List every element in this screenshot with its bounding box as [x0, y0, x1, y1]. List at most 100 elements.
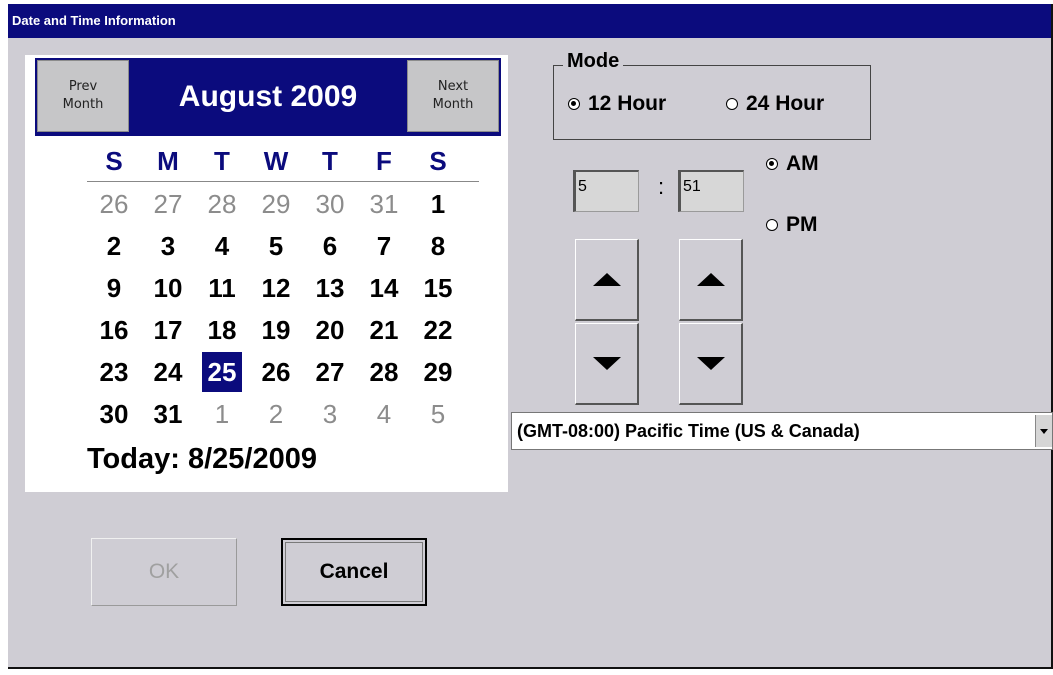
day-cell[interactable]: 3 — [303, 393, 357, 435]
day-number: 3 — [160, 231, 176, 261]
minute-down-button[interactable] — [679, 323, 743, 405]
day-number: 20 — [315, 315, 345, 345]
day-cell[interactable]: 12 — [249, 267, 303, 309]
next-month-button[interactable]: Next Month — [407, 60, 499, 132]
day-cell[interactable]: 5 — [411, 393, 465, 435]
up-arrow-icon — [696, 273, 725, 286]
weekday-label: M — [157, 146, 179, 176]
day-number: 21 — [369, 315, 399, 345]
day-cell[interactable]: 17 — [141, 309, 195, 351]
weekday-label: W — [263, 146, 289, 176]
calendar-week-row: 26 27 28 29 30 31 1 — [87, 183, 487, 225]
calendar-week-row: 30 31 1 2 3 4 5 — [87, 393, 487, 435]
day-cell[interactable]: 21 — [357, 309, 411, 351]
day-cell[interactable]: 28 — [357, 351, 411, 393]
chevron-down-icon — [1040, 428, 1048, 434]
day-cell[interactable]: 9 — [87, 267, 141, 309]
day-cell[interactable]: 4 — [357, 393, 411, 435]
day-cell[interactable]: 30 — [303, 183, 357, 225]
timezone-value: (GMT-08:00) Pacific Time (US & Canada) — [517, 421, 860, 441]
day-number: 4 — [214, 231, 230, 261]
day-cell[interactable]: 14 — [357, 267, 411, 309]
cancel-button[interactable]: Cancel — [281, 538, 427, 606]
minute-up-button[interactable] — [679, 239, 743, 321]
mode-12-hour-radio[interactable]: 12 Hour — [568, 92, 666, 116]
dropdown-arrow-button[interactable] — [1035, 415, 1052, 447]
day-cell[interactable]: 4 — [195, 225, 249, 267]
day-cell[interactable]: 30 — [87, 393, 141, 435]
hour-up-button[interactable] — [575, 239, 639, 321]
day-cell[interactable]: 27 — [303, 351, 357, 393]
day-cell[interactable]: 5 — [249, 225, 303, 267]
weekday-header-row: SMTWTFS — [87, 143, 487, 179]
day-cell[interactable]: 20 — [303, 309, 357, 351]
prev-month-button[interactable]: Prev Month — [37, 60, 129, 132]
timezone-dropdown[interactable]: (GMT-08:00) Pacific Time (US & Canada) — [511, 412, 1053, 450]
day-cell[interactable]: 26 — [87, 183, 141, 225]
day-cell[interactable]: 24 — [141, 351, 195, 393]
day-cell[interactable]: 2 — [249, 393, 303, 435]
day-number: 30 — [99, 399, 129, 429]
time-separator: : — [658, 174, 665, 199]
day-number: 23 — [99, 357, 129, 387]
day-cell[interactable]: 23 — [87, 351, 141, 393]
day-cell[interactable]: 27 — [141, 183, 195, 225]
am-radio[interactable]: AM — [766, 152, 819, 176]
day-cell[interactable]: 7 — [357, 225, 411, 267]
day-number: 26 — [261, 357, 291, 387]
weekday-label: T — [322, 146, 338, 176]
today-label[interactable]: Today: 8/25/2009 — [87, 443, 317, 476]
day-number: 1 — [214, 399, 230, 429]
day-number: 9 — [106, 273, 122, 303]
weekday-label: S — [105, 146, 123, 176]
day-cell[interactable]: 10 — [141, 267, 195, 309]
ok-button[interactable]: OK — [91, 538, 237, 606]
hour-down-button[interactable] — [575, 323, 639, 405]
day-cell[interactable]: 8 — [411, 225, 465, 267]
day-number: 28 — [207, 189, 237, 219]
day-cell[interactable]: 31 — [141, 393, 195, 435]
radio-selected-icon — [766, 158, 778, 170]
window-title: Date and Time Information — [8, 4, 1051, 38]
day-cell[interactable]: 28 — [195, 183, 249, 225]
day-number: 15 — [423, 273, 453, 303]
month-title: August 2009 — [178, 80, 358, 113]
day-cell[interactable]: 18 — [195, 309, 249, 351]
day-cell[interactable]: 16 — [87, 309, 141, 351]
day-cell[interactable]: 29 — [249, 183, 303, 225]
day-number: 2 — [106, 231, 122, 261]
day-cell[interactable]: 1 — [411, 183, 465, 225]
day-cell[interactable]: 2 — [87, 225, 141, 267]
day-cell[interactable]: 29 — [411, 351, 465, 393]
pm-radio[interactable]: PM — [766, 213, 818, 237]
day-number: 25 — [201, 352, 243, 392]
selected-day-cell[interactable]: 25 — [195, 351, 249, 393]
minute-field[interactable]: 51 — [678, 170, 744, 212]
day-cell[interactable]: 1 — [195, 393, 249, 435]
day-number: 28 — [369, 357, 399, 387]
down-arrow-icon — [592, 357, 621, 370]
hour-field[interactable]: 5 — [573, 170, 639, 212]
day-cell[interactable]: 15 — [411, 267, 465, 309]
day-number: 31 — [369, 189, 399, 219]
day-cell[interactable]: 19 — [249, 309, 303, 351]
day-number: 17 — [153, 315, 183, 345]
day-number: 5 — [430, 399, 446, 429]
up-arrow-icon — [592, 273, 621, 286]
date-time-dialog: Date and Time Information Prev Month Aug… — [8, 4, 1053, 669]
day-cell[interactable]: 22 — [411, 309, 465, 351]
day-cell[interactable]: 31 — [357, 183, 411, 225]
weekday-label: S — [429, 146, 447, 176]
radio-selected-icon — [568, 98, 580, 110]
day-cell[interactable]: 11 — [195, 267, 249, 309]
day-cell[interactable]: 26 — [249, 351, 303, 393]
month-calendar: Prev Month August 2009 Next Month S M T W T F… — [25, 55, 508, 492]
day-cell[interactable]: 6 — [303, 225, 357, 267]
mode-24-hour-radio[interactable]: 24 Hour — [726, 92, 824, 116]
calendar-week-row: 23 24 25 26 27 28 29 — [87, 351, 487, 393]
pm-label: PM — [786, 213, 818, 236]
weekday-label: F — [376, 146, 392, 176]
day-cell[interactable]: 3 — [141, 225, 195, 267]
day-number: 11 — [208, 273, 236, 303]
day-cell[interactable]: 13 — [303, 267, 357, 309]
